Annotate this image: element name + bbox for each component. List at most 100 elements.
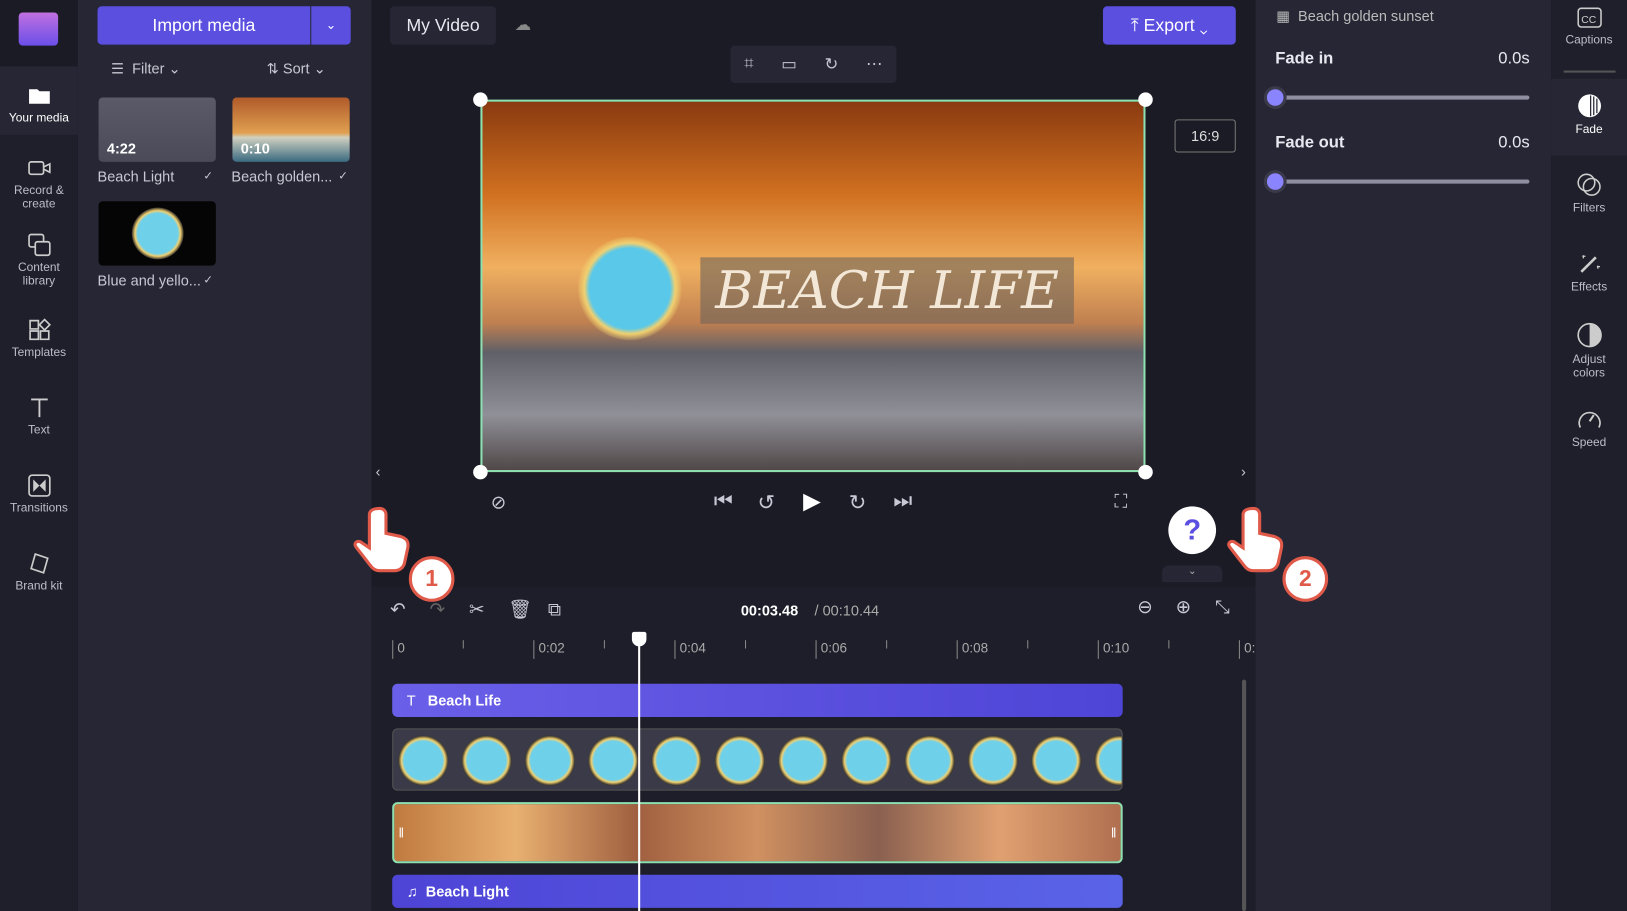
- text-track-clip[interactable]: T Beach Life: [392, 683, 1123, 717]
- palm-logo: [577, 236, 682, 341]
- fade-out-slider[interactable]: [1276, 179, 1530, 184]
- logo-track-clip[interactable]: [392, 728, 1123, 791]
- ruler-minor-tick: [603, 640, 605, 649]
- fade-in-slider-thumb[interactable]: [1263, 86, 1287, 109]
- delete-icon[interactable]: 🗑: [508, 599, 532, 621]
- tool-effects[interactable]: Effects: [1551, 251, 1627, 295]
- nav-your-media[interactable]: Your media: [0, 66, 78, 135]
- fit-icon[interactable]: ▭: [781, 54, 797, 75]
- tool-adjust-colors[interactable]: Adjust colors: [1551, 322, 1627, 381]
- resize-handle[interactable]: [1138, 464, 1153, 480]
- ruler-tick: 0:10: [1097, 640, 1129, 659]
- ruler-minor-tick: [1168, 640, 1170, 649]
- collapse-right-icon[interactable]: ›: [1241, 463, 1246, 480]
- track-label: Beach Life: [427, 692, 502, 709]
- ruler-minor-tick: [1027, 640, 1029, 649]
- logo-frame: [525, 735, 575, 786]
- collapse-left-icon[interactable]: ‹: [376, 463, 381, 480]
- film-icon: ▦: [1276, 7, 1290, 24]
- filter-button[interactable]: ☰ Filter ⌄: [111, 60, 181, 78]
- nav-templates[interactable]: Templates: [0, 318, 78, 361]
- fade-in-slider[interactable]: [1276, 95, 1530, 100]
- nav-content-library[interactable]: Content library: [0, 232, 78, 288]
- logo-frame: [651, 735, 702, 786]
- app-logo: [0, 0, 78, 67]
- import-media-button[interactable]: Import media: [97, 6, 311, 45]
- resize-handle[interactable]: [1138, 92, 1153, 107]
- tool-speed[interactable]: Speed: [1551, 407, 1627, 451]
- rotate-icon[interactable]: ↻: [825, 54, 839, 75]
- split-icon[interactable]: ✂: [469, 599, 485, 621]
- project-name[interactable]: My Video: [390, 6, 496, 45]
- add-clip-icon[interactable]: ⧉: [548, 599, 561, 621]
- time-ruler[interactable]: 0 0:02 0:04 0:06 0:08 0:10 0:1: [371, 636, 1311, 665]
- media-name: Beach golden...: [231, 168, 333, 185]
- resize-handle[interactable]: [473, 464, 488, 480]
- timeline-scrollbar[interactable]: [1242, 679, 1247, 911]
- collapse-timeline-button[interactable]: ⌄: [1162, 565, 1223, 583]
- crop-icon[interactable]: ⌗: [744, 55, 753, 74]
- title-overlay: BEACH LIFE: [700, 257, 1074, 324]
- nav-brand-kit[interactable]: Brand kit: [0, 551, 78, 594]
- media-thumb-beach-light[interactable]: 4:22: [98, 97, 216, 162]
- timeline: ↶ ↷ ✂ 🗑 ⧉ 00:03.48 / 00:10.44 ⊖ ⊕ ⤡ 0 0:0…: [371, 586, 1311, 911]
- help-button[interactable]: ?: [1168, 506, 1217, 555]
- logo-frame: [904, 735, 955, 786]
- forward-5-icon[interactable]: ↻: [849, 490, 866, 516]
- nav-transitions[interactable]: Transitions: [0, 473, 78, 516]
- sort-button[interactable]: ⇅ Sort ⌄: [267, 60, 326, 78]
- check-icon: ✓: [203, 273, 213, 287]
- captions-off-icon[interactable]: ⊘: [491, 492, 507, 514]
- playhead-handle[interactable]: [631, 631, 647, 647]
- play-icon[interactable]: ▶: [803, 488, 821, 515]
- transitions-icon: [27, 474, 51, 497]
- nav-label: Transitions: [9, 502, 68, 515]
- export-label: Export: [1143, 15, 1195, 36]
- nav-label: Brand kit: [15, 580, 63, 593]
- zoom-out-icon[interactable]: ⊖: [1137, 597, 1153, 619]
- zoom-in-icon[interactable]: ⊕: [1176, 597, 1192, 619]
- preview-area: My Video ☁ ⤒ Export ⌄ ⌗ ▭ ↻ ⋯ 16:9 BEACH LI…: [371, 0, 1256, 583]
- fit-timeline-icon[interactable]: ⤡: [1215, 597, 1230, 619]
- skip-back-icon[interactable]: ⏮: [714, 490, 733, 514]
- import-dropdown-button[interactable]: ⌄: [311, 6, 351, 45]
- trim-handle-right[interactable]: ‖: [1111, 825, 1117, 841]
- ruler-minor-tick: [886, 640, 888, 649]
- video-track-clip[interactable]: ‖ ‖: [392, 802, 1123, 864]
- audio-track-clip[interactable]: ♫ Beach Light: [392, 874, 1123, 908]
- nav-record-create[interactable]: Record & create: [0, 156, 78, 212]
- more-icon[interactable]: ⋯: [866, 54, 883, 75]
- check-icon: ✓: [203, 170, 213, 183]
- tool-filters[interactable]: Filters: [1551, 172, 1627, 216]
- tool-captions[interactable]: CC Captions: [1551, 6, 1627, 48]
- media-panel: Import media ⌄ ☰ Filter ⌄ ⇅ Sort ⌄ 4:22 …: [77, 0, 372, 911]
- resize-handle[interactable]: [473, 92, 488, 107]
- nav-text[interactable]: Text: [0, 395, 78, 438]
- tool-label: Filters: [1572, 202, 1606, 215]
- fullscreen-icon[interactable]: ⛶: [1114, 491, 1127, 513]
- track-label: Beach Light: [425, 882, 509, 900]
- current-time: 00:03.48: [740, 601, 799, 619]
- sort-icon: ⇅: [266, 60, 279, 77]
- fade-in-value: 0.0s: [1498, 49, 1530, 68]
- skip-forward-icon[interactable]: ⏭: [893, 490, 912, 514]
- redo-icon[interactable]: ↷: [430, 599, 446, 621]
- rewind-5-icon[interactable]: ↺: [757, 490, 774, 516]
- media-thumb-blue-yellow[interactable]: [98, 201, 216, 266]
- playhead[interactable]: [631, 631, 647, 911]
- ruler-tick: 0: [392, 640, 405, 659]
- tool-fade[interactable]: Fade: [1551, 78, 1627, 156]
- logo-frame: [778, 735, 829, 786]
- video-preview[interactable]: BEACH LIFE: [480, 99, 1146, 473]
- fade-out-slider-thumb[interactable]: [1263, 170, 1287, 193]
- aspect-ratio-button[interactable]: 16:9: [1174, 119, 1236, 153]
- trim-handle-left[interactable]: ‖: [398, 825, 404, 841]
- media-thumb-beach-golden[interactable]: 0:10: [232, 97, 350, 162]
- chevron-down-icon: ⌄: [313, 60, 326, 77]
- export-button[interactable]: ⤒ Export ⌄: [1102, 6, 1236, 45]
- upload-icon: ⤒: [1130, 15, 1139, 36]
- preview-toolbar: ⌗ ▭ ↻ ⋯: [730, 45, 897, 84]
- undo-icon[interactable]: ↶: [390, 599, 406, 621]
- tool-label: Captions: [1565, 34, 1613, 47]
- logo-frame: [968, 735, 1018, 786]
